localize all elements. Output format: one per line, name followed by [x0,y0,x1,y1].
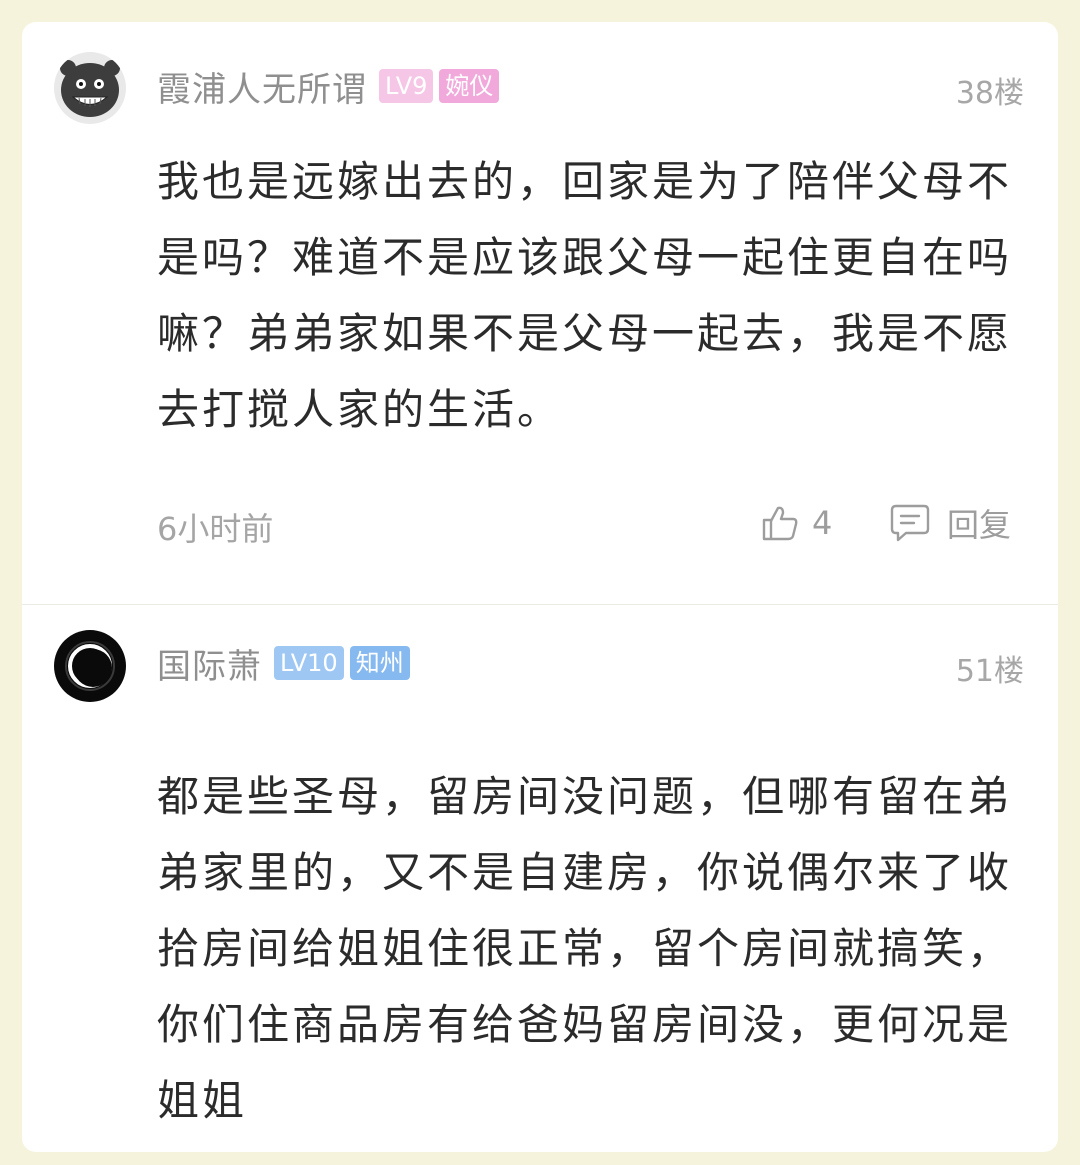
comment-header: 霞浦人无所谓 LV9 婉仪 [157,62,500,111]
comment-item: 霞浦人无所谓 LV9 婉仪 38楼 我也是远嫁出去的，回家是为了陪伴父母不是吗？… [22,22,1058,604]
timestamp: 6小时前 [157,510,274,548]
like-count: 4 [812,504,833,542]
level-badge: LV9 [379,69,434,103]
grinning-cartoon-face-icon [54,52,126,124]
comment-bubble-icon [890,504,930,542]
reply-button[interactable]: 回复 [889,500,1011,546]
level-badge: LV10 [274,646,344,680]
comment-header: 国际萧 LV10 知州 [157,639,410,688]
reply-label: 回复 [947,506,1012,544]
floor-number: 51楼 [955,654,1024,689]
username[interactable]: 国际萧 [157,639,262,688]
user-avatar[interactable] [54,52,126,124]
floor-number: 38楼 [955,76,1024,111]
comment-list-card: 霞浦人无所谓 LV9 婉仪 38楼 我也是远嫁出去的，回家是为了陪伴父母不是吗？… [22,22,1058,1152]
comment-text: 都是些圣母，留房间没问题，但哪有留在弟弟家里的，又不是自建房，你说偶尔来了收拾房… [157,772,1013,1125]
thumbs-up-icon [762,506,798,541]
solar-eclipse-icon [54,630,126,702]
comment-footer: 6小时前 4 回复 [157,500,1025,548]
username[interactable]: 霞浦人无所谓 [157,62,367,111]
title-badge: 婉仪 [439,69,500,103]
title-badge: 知州 [349,646,410,680]
like-button[interactable]: 4 [760,500,832,546]
comment-text: 我也是远嫁出去的，回家是为了陪伴父母不是吗？难道不是应该跟父母一起住更自在吗嘛？… [157,157,1013,434]
user-avatar[interactable] [54,630,126,702]
comment-item: 国际萧 LV10 知州 51楼 都是些圣母，留房间没问题，但哪有留在弟弟家里的，… [22,605,1058,1165]
